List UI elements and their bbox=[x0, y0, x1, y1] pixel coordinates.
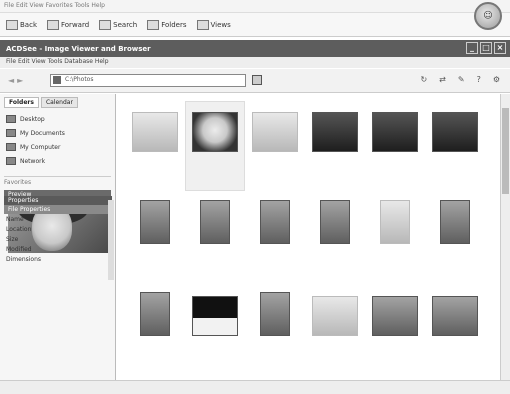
forward-icon bbox=[47, 19, 59, 30]
user-avatar-icon[interactable]: ☺ bbox=[474, 2, 502, 30]
property-row: Dimensions bbox=[6, 256, 42, 263]
window-title: ACDSee - Image Viewer and Browser bbox=[6, 44, 151, 53]
property-row: Location bbox=[6, 226, 32, 233]
maximize-button[interactable]: □ bbox=[480, 42, 492, 54]
thumbnail-tile[interactable] bbox=[426, 194, 484, 282]
thumbnail-tile[interactable] bbox=[246, 102, 304, 190]
thumbnail-tile[interactable] bbox=[426, 286, 484, 374]
desktop-icon bbox=[6, 115, 16, 123]
folder-icon bbox=[147, 19, 160, 30]
host-toolbar-forward[interactable]: Forward bbox=[47, 19, 89, 30]
thumbnail-image bbox=[372, 296, 418, 336]
right-toolbar: ↻ ⇄ ✎ ? ⚙ bbox=[420, 75, 500, 84]
thumbnail-tile[interactable] bbox=[306, 194, 364, 282]
properties-header[interactable]: Properties bbox=[4, 196, 112, 205]
thumbnail-image bbox=[380, 200, 410, 244]
thumbnail-image bbox=[320, 200, 350, 244]
properties-subheader[interactable]: File Properties bbox=[4, 205, 112, 214]
thumbnail-image bbox=[440, 200, 470, 244]
folder-icon bbox=[6, 129, 16, 137]
thumbnail-image bbox=[432, 296, 478, 336]
sync-icon[interactable]: ⇄ bbox=[439, 75, 446, 84]
address-bar: ◄► C:\Photos ↻ ⇄ ✎ ? ⚙ bbox=[0, 69, 510, 93]
properties-list: Name Location Size Modified Dimensions bbox=[6, 216, 110, 266]
close-button[interactable]: × bbox=[494, 42, 506, 54]
minimize-button[interactable]: _ bbox=[466, 42, 478, 54]
settings-icon[interactable]: ⚙ bbox=[493, 75, 500, 84]
thumbnail-tile[interactable] bbox=[366, 286, 424, 374]
folder-item-computer[interactable]: My Computer bbox=[6, 140, 109, 154]
thumbnail-image bbox=[312, 112, 358, 152]
thumbnail-tile[interactable] bbox=[306, 286, 364, 374]
thumbnail-grid bbox=[118, 94, 500, 380]
property-row: Name bbox=[6, 216, 24, 223]
thumbnail-tile[interactable] bbox=[186, 194, 244, 282]
edit-icon[interactable]: ✎ bbox=[458, 75, 465, 84]
help-icon[interactable]: ? bbox=[477, 75, 481, 84]
thumbnail-image bbox=[312, 296, 358, 336]
properties-scrollbar[interactable] bbox=[108, 200, 114, 280]
search-icon bbox=[99, 19, 112, 30]
grid-scrollbar-thumb[interactable] bbox=[502, 108, 509, 194]
tab-calendar[interactable]: Calendar bbox=[40, 97, 78, 108]
network-icon bbox=[6, 157, 16, 165]
app-menu-bar[interactable]: File Edit View Tools Database Help bbox=[0, 57, 510, 68]
thumbnail-image bbox=[200, 200, 230, 244]
host-toolbar: Back Forward Search Folders Views bbox=[0, 13, 510, 37]
thumbnail-tile[interactable] bbox=[126, 194, 184, 282]
go-button[interactable] bbox=[252, 75, 262, 85]
folder-item-documents[interactable]: My Documents bbox=[6, 126, 109, 140]
back-icon bbox=[6, 19, 18, 30]
host-menu-bar[interactable]: File Edit View Favorites Tools Help bbox=[0, 0, 510, 13]
window-titlebar[interactable]: ACDSee - Image Viewer and Browser _ □ × bbox=[0, 40, 510, 57]
thumbnail-image bbox=[372, 112, 418, 152]
thumbnail-image bbox=[252, 112, 298, 152]
thumbnail-tile[interactable] bbox=[126, 286, 184, 374]
host-toolbar-search[interactable]: Search bbox=[99, 19, 137, 30]
thumbnail-image bbox=[192, 112, 238, 152]
address-input[interactable]: C:\Photos bbox=[50, 74, 246, 87]
thumbnail-tile[interactable] bbox=[366, 102, 424, 190]
folder-tree: Desktop My Documents My Computer Network bbox=[0, 108, 115, 172]
thumbnail-tile[interactable] bbox=[246, 286, 304, 374]
screen: File Edit View Favorites Tools Help Back… bbox=[0, 0, 510, 394]
thumbnail-image bbox=[132, 112, 178, 152]
thumbnail-tile[interactable] bbox=[246, 194, 304, 282]
host-toolbar-views[interactable]: Views bbox=[196, 19, 231, 30]
thumbnail-image bbox=[260, 200, 290, 244]
property-row: Modified bbox=[6, 246, 32, 253]
thumbnail-tile[interactable] bbox=[126, 102, 184, 190]
thumbnail-image bbox=[192, 296, 238, 336]
left-pane-tabs: Folders Calendar bbox=[0, 94, 115, 108]
thumbnail-tile[interactable] bbox=[426, 102, 484, 190]
thumbnail-image bbox=[140, 292, 170, 336]
thumbnail-tile[interactable] bbox=[306, 102, 364, 190]
tab-folders[interactable]: Folders bbox=[4, 97, 39, 108]
status-bar bbox=[0, 380, 510, 394]
window-controls: _ □ × bbox=[466, 42, 506, 54]
thumbnail-image bbox=[260, 292, 290, 336]
host-toolbar-back[interactable]: Back bbox=[6, 19, 37, 30]
host-toolbar-folders[interactable]: Folders bbox=[147, 19, 187, 30]
thumbnail-image bbox=[432, 112, 478, 152]
property-row: Size bbox=[6, 236, 19, 243]
views-icon bbox=[196, 19, 209, 30]
thumbnail-tile[interactable] bbox=[185, 101, 245, 191]
folder-item-network[interactable]: Network bbox=[6, 154, 109, 168]
favorites-link[interactable]: Favorites bbox=[4, 176, 111, 186]
refresh-icon[interactable]: ↻ bbox=[420, 75, 427, 84]
nav-arrows-icon[interactable]: ◄► bbox=[8, 76, 26, 85]
drive-icon bbox=[53, 76, 61, 84]
computer-icon bbox=[6, 143, 16, 151]
thumbnail-tile[interactable] bbox=[366, 194, 424, 282]
thumbnail-image bbox=[140, 200, 170, 244]
grid-scrollbar[interactable] bbox=[500, 94, 510, 380]
folder-item-desktop[interactable]: Desktop bbox=[6, 112, 109, 126]
thumbnail-tile[interactable] bbox=[186, 286, 244, 374]
